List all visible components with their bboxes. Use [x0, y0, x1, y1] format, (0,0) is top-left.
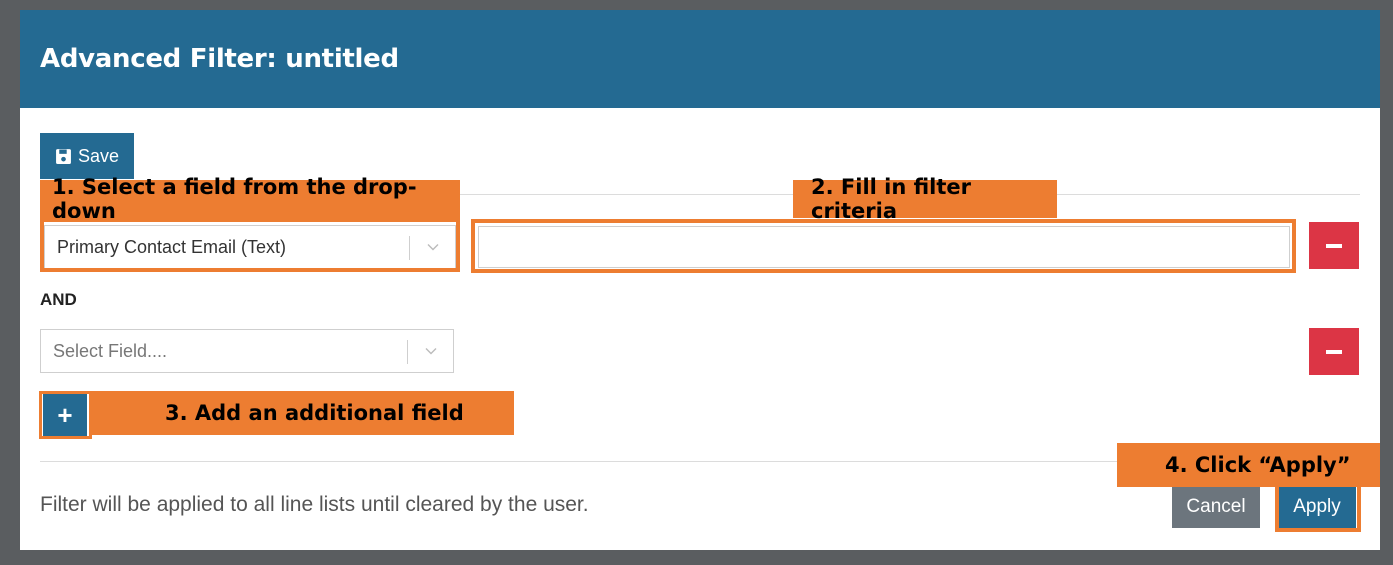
select-separator — [407, 340, 408, 364]
apply-button[interactable]: Apply — [1278, 486, 1356, 528]
remove-filter-button-1[interactable] — [1309, 222, 1359, 269]
field-select-1-value: Primary Contact Email (Text) — [57, 236, 287, 257]
select-separator — [409, 236, 410, 260]
filter-criteria-input[interactable] — [478, 226, 1290, 268]
chevron-down-icon — [427, 244, 439, 251]
save-icon — [56, 148, 71, 164]
footer-note: Filter will be applied to all line lists… — [40, 493, 589, 516]
add-field-button[interactable]: + — [43, 394, 87, 436]
advanced-filter-modal: Advanced Filter: untitled Save Primary C… — [20, 10, 1380, 550]
callout-step-3: 3. Add an additional field — [90, 391, 514, 435]
field-select-2[interactable]: Select Field.... — [40, 329, 454, 373]
callout-step-1: 1. Select a field from the drop-down — [40, 175, 460, 223]
save-label: Save — [78, 145, 120, 166]
callout-step-2: 2. Fill in filter criteria — [793, 175, 1057, 223]
cancel-button[interactable]: Cancel — [1172, 486, 1260, 528]
minus-icon — [1326, 243, 1342, 248]
field-select-1[interactable]: Primary Contact Email (Text) — [44, 225, 456, 269]
modal-header: Advanced Filter: untitled — [20, 10, 1380, 108]
field-select-2-placeholder: Select Field.... — [53, 340, 168, 361]
chevron-down-icon — [425, 348, 437, 355]
save-button[interactable]: Save — [40, 133, 134, 179]
remove-filter-button-2[interactable] — [1309, 328, 1359, 375]
callout-step-4: 4. Click “Apply” — [1117, 443, 1380, 487]
and-operator-label: AND — [40, 290, 77, 309]
modal-title: Advanced Filter: untitled — [40, 44, 399, 74]
minus-icon — [1326, 349, 1342, 354]
